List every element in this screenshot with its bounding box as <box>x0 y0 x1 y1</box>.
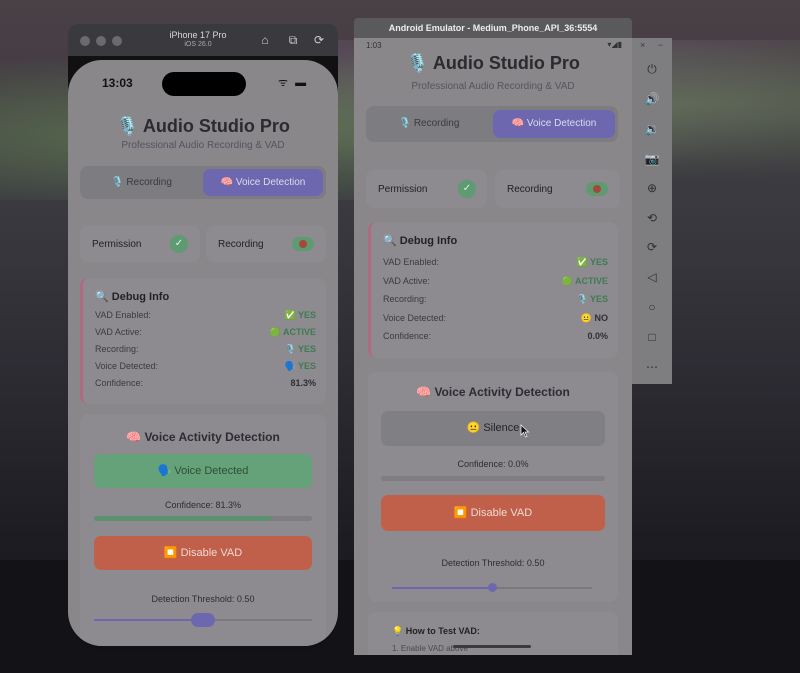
rotate-right-icon[interactable]: ⟳ <box>642 238 662 256</box>
rotate-icon[interactable]: ⟳ <box>310 31 328 49</box>
debug-row-vad-enabled: VAD Enabled: ✅ YES <box>95 310 316 320</box>
tab-voice-detection[interactable]: 🧠 Voice Detection <box>203 169 323 196</box>
confidence-label: Confidence: 0.0% <box>457 459 529 469</box>
simulator-device-name: iPhone 17 Pro <box>169 30 227 40</box>
debug-info-title: 🔍 Debug Info <box>383 235 458 247</box>
debug-row-vad-enabled: VAD Enabled: ✅ YES <box>383 257 608 267</box>
howto-panel: 💡 How to Test VAD: 1. Enable VAD above <box>368 612 618 655</box>
confidence-bar <box>381 476 605 481</box>
volume-up-icon[interactable]: 🔊 <box>642 90 662 108</box>
debug-row-recording: Recording: 🎙️ YES <box>95 344 316 354</box>
tab-voice-detection[interactable]: 🧠 Voice Detection <box>493 110 615 138</box>
tab-recording[interactable]: 🎙️ Recording <box>83 169 200 196</box>
recording-status-card: Recording <box>206 226 326 262</box>
threshold-slider-track[interactable] <box>392 587 492 589</box>
disable-vad-button[interactable]: ⏹️ Disable VAD <box>381 495 605 531</box>
vad-section-title: 🧠 Voice Activity Detection <box>416 385 570 399</box>
iphone-screen: 13:03 ᯤ ▬ 🎙️ Audio Studio Pro Profession… <box>68 60 338 646</box>
status-bar-time: 13:03 <box>102 76 133 90</box>
back-icon[interactable]: ◁ <box>642 268 662 286</box>
vad-section-title: 🧠 Voice Activity Detection <box>126 430 280 444</box>
more-icon[interactable]: ⋯ <box>642 358 662 376</box>
app-subtitle: Professional Audio Recording & VAD <box>121 140 285 151</box>
power-icon[interactable]: ⏻ <box>642 60 662 78</box>
iphone-simulator-titlebar[interactable]: iPhone 17 Pro iOS 26.0 ⌂ ⧉ ⟳ <box>68 24 338 56</box>
confidence-bar <box>94 516 312 521</box>
android-status-icons: ▾◢▮ <box>607 40 622 49</box>
threshold-label: Detection Threshold: 0.50 <box>151 594 255 604</box>
confidence-bar-fill <box>94 516 272 521</box>
camera-icon[interactable]: 📷 <box>642 150 662 168</box>
rotate-left-icon[interactable]: ⟲ <box>642 209 662 227</box>
home-icon[interactable]: ⌂ <box>256 31 274 49</box>
vad-panel: 🧠 Voice Activity Detection 😐 Silence Con… <box>368 372 618 602</box>
dynamic-island <box>162 72 246 96</box>
app-subtitle: Professional Audio Recording & VAD <box>411 81 575 92</box>
app-title: 🎙️ Audio Studio Pro <box>116 116 290 136</box>
debug-info-title: 🔍 Debug Info <box>95 291 170 303</box>
close-window-button[interactable] <box>80 36 90 46</box>
debug-row-voice-detected: Voice Detected: 😐 NO <box>383 313 608 323</box>
howto-title: 💡 How to Test VAD: <box>392 626 480 636</box>
threshold-slider-rest[interactable] <box>492 587 592 589</box>
status-bar-icons: ᯤ ▬ <box>278 77 309 89</box>
debug-row-voice-detected: Voice Detected: 🗣️ YES <box>95 361 316 371</box>
iphone-device-frame: 13:03 ᯤ ▬ 🎙️ Audio Studio Pro Profession… <box>68 56 338 649</box>
minimize-window-button[interactable] <box>96 36 106 46</box>
app-title: 🎙️ Audio Studio Pro <box>406 53 580 73</box>
disable-vad-button[interactable]: ⏹️ Disable VAD <box>94 536 312 570</box>
debug-info-panel: 🔍 Debug Info VAD Enabled: ✅ YES VAD Activ… <box>368 222 618 358</box>
zoom-window-button[interactable] <box>112 36 122 46</box>
vad-panel: 🧠 Voice Activity Detection 🗣️ Voice Dete… <box>80 414 326 646</box>
emulator-side-toolbar: × − ⏻ 🔊 🔉 📷 ⊕ ⟲ ⟳ ◁ ○ □ ⋯ <box>632 38 672 384</box>
android-screen: 1:03 ▾◢▮ 🎙️ Audio Studio Pro Professiona… <box>354 38 632 655</box>
debug-row-recording: Recording: 🎙️ YES <box>383 294 608 304</box>
debug-row-confidence: Confidence: 81.3% <box>95 378 316 388</box>
android-emulator-titlebar[interactable]: Android Emulator - Medium_Phone_API_36:5… <box>354 18 632 38</box>
voice-state-indicator: 🗣️ Voice Detected <box>94 454 312 488</box>
mode-tab-bar: 🎙️ Recording 🧠 Voice Detection <box>80 166 326 199</box>
checkmark-icon: ✓ <box>170 235 188 253</box>
confidence-label: Confidence: 81.3% <box>164 500 242 510</box>
mouse-cursor-icon <box>520 424 530 438</box>
threshold-slider-thumb[interactable] <box>191 613 215 627</box>
recording-indicator-icon <box>586 182 608 196</box>
permission-label: Permission <box>378 184 428 195</box>
screenshot-icon[interactable]: ⧉ <box>284 31 302 49</box>
android-status-time: 1:03 <box>366 41 382 50</box>
simulator-os-version: iOS 26.0 <box>184 41 212 48</box>
zoom-icon[interactable]: ⊕ <box>642 179 662 197</box>
recording-label: Recording <box>218 239 264 250</box>
recording-indicator-icon <box>292 237 314 251</box>
volume-down-icon[interactable]: 🔉 <box>642 120 662 138</box>
close-icon[interactable]: × <box>640 40 645 50</box>
debug-row-confidence: Confidence: 0.0% <box>383 331 608 341</box>
threshold-slider-track[interactable] <box>94 619 203 621</box>
mode-tab-bar: 🎙️ Recording 🧠 Voice Detection <box>366 106 618 142</box>
permission-status-card: Permission ✓ <box>80 226 200 262</box>
checkmark-icon: ✓ <box>458 180 476 198</box>
minimize-icon[interactable]: − <box>658 40 663 50</box>
tab-recording[interactable]: 🎙️ Recording <box>369 110 489 137</box>
permission-label: Permission <box>92 239 142 250</box>
voice-state-indicator: 😐 Silence <box>381 411 605 446</box>
debug-row-vad-active: VAD Active: 🟢 ACTIVE <box>95 327 316 337</box>
recording-status-card: Recording <box>495 170 620 208</box>
debug-info-panel: 🔍 Debug Info VAD Enabled: ✅ YES VAD Activ… <box>80 278 326 404</box>
gesture-home-bar[interactable] <box>453 645 531 648</box>
threshold-slider-thumb[interactable] <box>487 583 497 592</box>
permission-status-card: Permission ✓ <box>366 170 487 208</box>
overview-icon[interactable]: □ <box>642 328 662 346</box>
recording-label: Recording <box>507 184 553 195</box>
debug-row-vad-active: VAD Active: 🟢 ACTIVE <box>383 276 608 286</box>
threshold-slider-rest[interactable] <box>203 619 312 621</box>
threshold-label: Detection Threshold: 0.50 <box>441 558 545 568</box>
home-icon[interactable]: ○ <box>642 298 662 316</box>
